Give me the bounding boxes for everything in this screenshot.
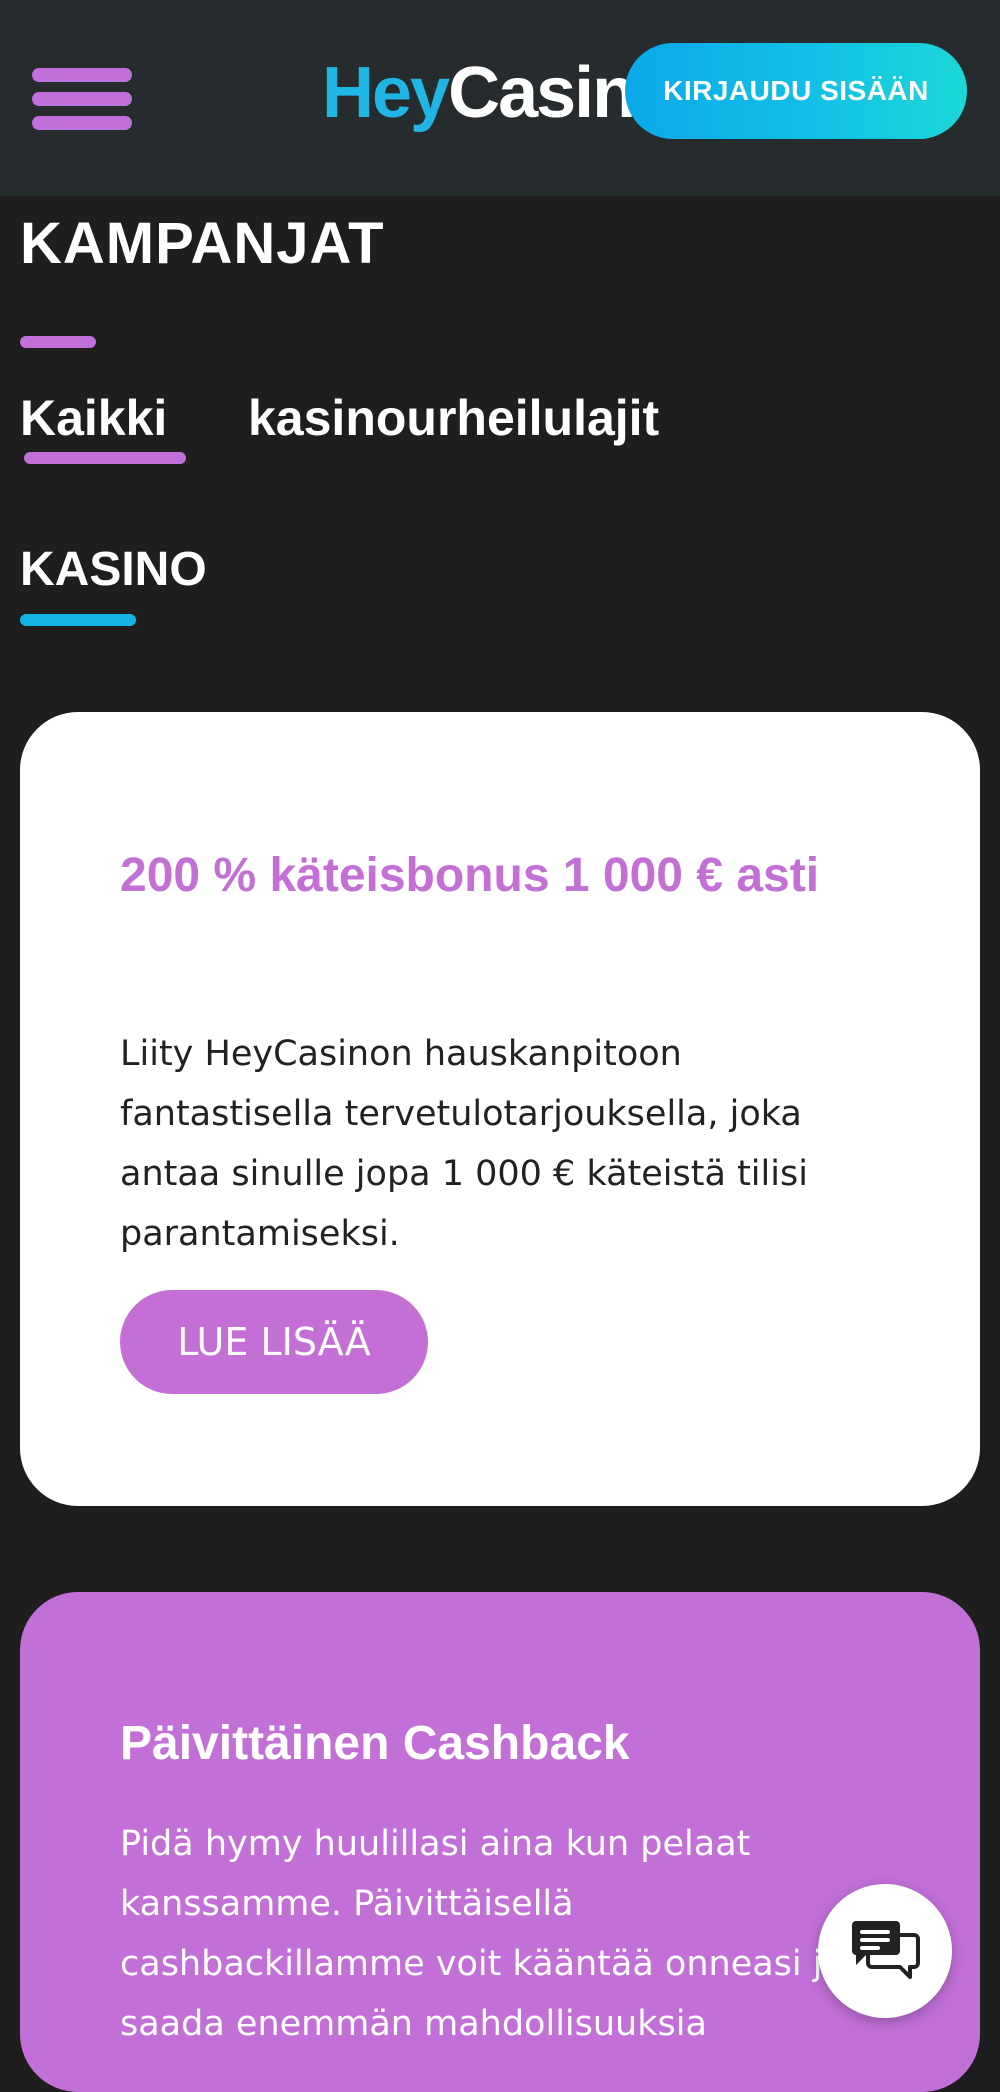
chat-bubbles-icon	[852, 1921, 920, 1979]
promo-card-welcome-bonus: 200 % käteisbonus 1 000 € asti Liity Hey…	[20, 712, 980, 1506]
section-title-casino: KASINO	[20, 543, 207, 596]
logo-casino: Casino	[448, 53, 642, 133]
hamburger-menu-icon[interactable]	[32, 64, 132, 134]
tab-all[interactable]: Kaikki	[20, 380, 167, 456]
active-tab-indicator	[24, 452, 186, 464]
promo-title: 200 % käteisbonus 1 000 € asti	[120, 849, 820, 902]
section-title-underline	[20, 614, 136, 626]
site-header: HeyCasino KIRJAUDU SISÄÄN	[0, 0, 1000, 196]
page-title: KAMPANJAT	[20, 211, 385, 276]
promo-description: Liity HeyCasinon hauskanpitoon fantastis…	[120, 1034, 808, 1254]
menu-bar-middle	[32, 92, 132, 106]
read-more-button[interactable]: LUE LISÄÄ	[120, 1290, 428, 1394]
page-title-underline	[20, 336, 96, 348]
tab-casino-sports[interactable]: kasinourheilulajit	[248, 380, 659, 456]
menu-bar-top	[32, 68, 132, 82]
heycasino-logo[interactable]: HeyCasino	[322, 48, 642, 138]
promo-description: Pidä hymy huulillasi aina kun pelaat kan…	[120, 1824, 844, 2044]
logo-hey: Hey	[322, 53, 450, 133]
chat-button[interactable]	[818, 1884, 952, 2018]
promo-card-daily-cashback: Päivittäinen Cashback Pidä hymy huulilla…	[20, 1592, 980, 2092]
promo-title: Päivittäinen Cashback	[120, 1717, 630, 1770]
login-button[interactable]: KIRJAUDU SISÄÄN	[625, 43, 967, 139]
menu-bar-bottom	[32, 116, 132, 130]
